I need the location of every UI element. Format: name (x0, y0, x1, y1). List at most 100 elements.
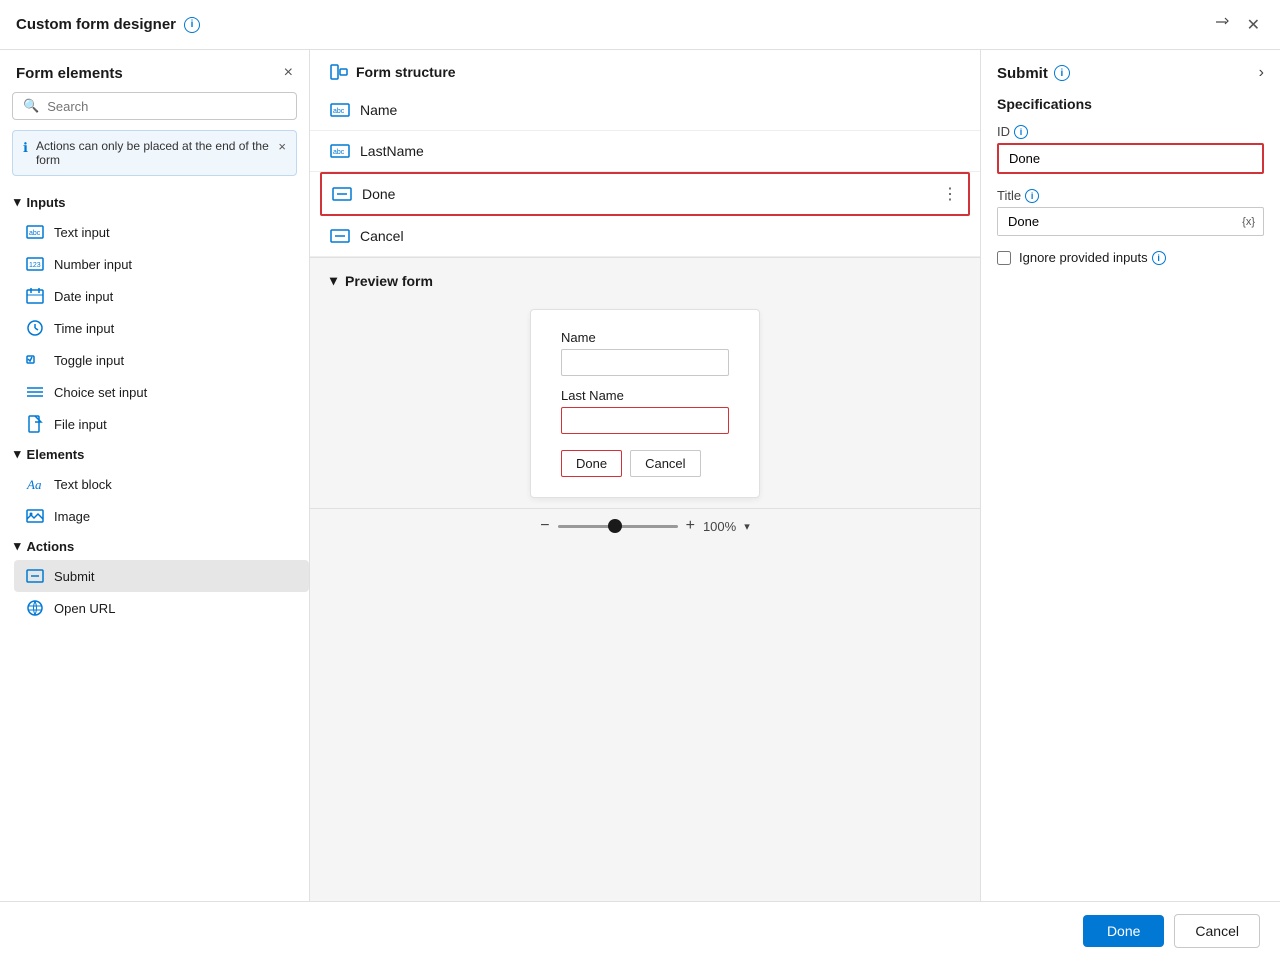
sidebar-item-label-number-input: Number input (54, 257, 132, 272)
info-banner-text: Actions can only be placed at the end of… (36, 139, 270, 167)
preview-done-button[interactable]: Done (561, 450, 622, 477)
right-panel-expand-button[interactable]: › (1259, 64, 1264, 82)
right-panel-info-icon[interactable]: i (1054, 65, 1070, 81)
minimize-button[interactable] (1209, 10, 1233, 39)
svg-text:abc: abc (333, 108, 345, 115)
sidebar-item-toggle-input[interactable]: Toggle input (14, 344, 309, 376)
form-row-cancel-label: Cancel (360, 228, 960, 244)
form-row-lastname[interactable]: abc LastName (310, 131, 980, 172)
sidebar-item-file-input[interactable]: File input (14, 408, 309, 440)
sidebar-item-image[interactable]: Image (14, 500, 309, 532)
elements-section-label: Elements (27, 447, 85, 462)
id-field-label: ID i (997, 124, 1264, 139)
form-row-name-label: Name (360, 102, 960, 118)
sidebar-item-text-block[interactable]: Aa Text block (14, 468, 309, 500)
sidebar-item-open-url[interactable]: Open URL (14, 592, 309, 624)
form-row-lastname-label: LastName (360, 143, 960, 159)
preview-content: Name Last Name Done Cancel (310, 299, 980, 508)
checkbox-info-icon[interactable]: i (1152, 251, 1166, 265)
cancel-button[interactable]: Cancel (1174, 914, 1260, 948)
preview-chevron-icon: ▾ (330, 272, 337, 289)
right-panel-title-text: Submit (997, 65, 1048, 82)
date-input-icon (26, 287, 44, 305)
actions-section-header[interactable]: ▾ Actions (0, 532, 309, 560)
text-input-icon: abc (26, 223, 44, 241)
title-field-expression-icon[interactable]: {x} (1234, 210, 1263, 234)
preview-name-input[interactable] (561, 349, 729, 376)
svg-text:123: 123 (29, 262, 41, 269)
form-row-name[interactable]: abc Name (310, 90, 980, 131)
submit-icon (26, 567, 44, 585)
left-panel-close-button[interactable]: × (284, 64, 293, 82)
sidebar-item-submit[interactable]: Submit (14, 560, 309, 592)
search-icon: 🔍 (23, 98, 39, 114)
form-structure-header: Form structure (310, 50, 980, 90)
ignore-inputs-checkbox[interactable] (997, 251, 1011, 265)
sidebar-item-label-date-input: Date input (54, 289, 113, 304)
main-layout: Form elements × 🔍 ℹ Actions can only be … (0, 50, 1280, 901)
zoom-out-button[interactable]: − (540, 517, 549, 535)
title-field-input[interactable] (998, 208, 1234, 235)
preview-lastname-input[interactable] (561, 407, 729, 434)
title-bar: Custom form designer i ✕ (0, 0, 1280, 50)
zoom-in-button[interactable]: + (686, 517, 695, 535)
preview-cancel-button[interactable]: Cancel (630, 450, 700, 477)
title-field-label: Title i (997, 188, 1264, 203)
form-structure-title: Form structure (356, 64, 456, 80)
id-info-icon[interactable]: i (1014, 125, 1028, 139)
zoom-label: 100% (703, 519, 736, 534)
checkbox-row: Ignore provided inputs i (997, 250, 1264, 265)
form-structure-icon (330, 64, 348, 80)
sidebar-item-label-open-url: Open URL (54, 601, 115, 616)
preview-header[interactable]: ▾ Preview form (310, 258, 980, 299)
time-input-icon (26, 319, 44, 337)
preview-lastname-label: Last Name (561, 388, 729, 403)
sidebar-item-label-toggle-input: Toggle input (54, 353, 124, 368)
sidebar-item-label-image: Image (54, 509, 90, 524)
id-field-input[interactable] (999, 145, 1262, 172)
sidebar-item-label-text-block: Text block (54, 477, 112, 492)
sidebar-item-label-submit: Submit (54, 569, 94, 584)
preview-buttons: Done Cancel (561, 450, 729, 477)
sidebar-item-date-input[interactable]: Date input (14, 280, 309, 312)
preview-name-label: Name (561, 330, 729, 345)
info-banner-close-button[interactable]: × (278, 139, 286, 154)
svg-text:Aa: Aa (26, 477, 42, 492)
left-panel-title: Form elements (16, 65, 123, 82)
title-info-icon[interactable]: i (184, 17, 200, 33)
form-row-lastname-icon: abc (330, 143, 350, 159)
elements-section-header[interactable]: ▾ Elements (0, 440, 309, 468)
window-title: Custom form designer (16, 16, 176, 33)
zoom-slider[interactable] (558, 525, 678, 528)
image-icon (26, 507, 44, 525)
preview-area: ▾ Preview form Name Last Name Done Cance… (310, 258, 980, 901)
actions-section-label: Actions (27, 539, 75, 554)
inputs-section-label: Inputs (27, 195, 66, 210)
sidebar-item-text-input[interactable]: abc Text input (14, 216, 309, 248)
inputs-section-items: abc Text input 123 Number input Date inp… (0, 216, 309, 440)
form-row-done[interactable]: Done ⋮ (320, 172, 970, 216)
form-row-done-menu-button[interactable]: ⋮ (942, 184, 958, 204)
sidebar-item-number-input[interactable]: 123 Number input (14, 248, 309, 280)
form-row-cancel[interactable]: Cancel (310, 216, 980, 257)
info-banner-icon: ℹ (23, 140, 28, 156)
zoom-dropdown-button[interactable]: ▾ (744, 520, 750, 533)
search-box: 🔍 (12, 92, 297, 120)
right-panel: Submit i › Specifications ID i Title i {… (980, 50, 1280, 901)
elements-chevron-icon: ▾ (14, 446, 21, 462)
search-input[interactable] (47, 99, 286, 114)
center-panel: Form structure abc Name abc LastName (310, 50, 980, 901)
bottom-bar: Done Cancel (0, 901, 1280, 960)
title-info-icon[interactable]: i (1025, 189, 1039, 203)
sidebar-item-choice-set-input[interactable]: Choice set input (14, 376, 309, 408)
preview-form-card: Name Last Name Done Cancel (530, 309, 760, 498)
sidebar-item-label-file-input: File input (54, 417, 107, 432)
inputs-section-header[interactable]: ▾ Inputs (0, 188, 309, 216)
sidebar-item-time-input[interactable]: Time input (14, 312, 309, 344)
close-button[interactable]: ✕ (1243, 11, 1264, 39)
done-button[interactable]: Done (1083, 915, 1164, 947)
form-row-name-icon: abc (330, 102, 350, 118)
form-row-done-label: Done (362, 186, 932, 202)
actions-section-items: Submit Open URL (0, 560, 309, 624)
sidebar-item-label-time-input: Time input (54, 321, 114, 336)
